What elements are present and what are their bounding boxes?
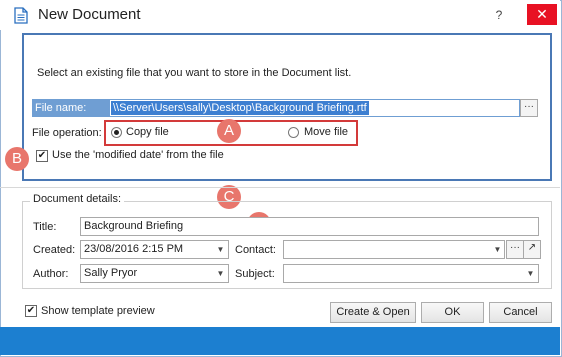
title-bar: New Document ? ✕ (0, 0, 560, 30)
close-button[interactable]: ✕ (527, 4, 557, 25)
document-icon (14, 7, 28, 24)
subject-label: Subject: (235, 268, 275, 280)
modified-date-checkbox[interactable]: ✔ (36, 150, 48, 162)
annotation-marker-a: A (217, 119, 241, 143)
instruction-text: Select an existing file that you want to… (37, 67, 352, 79)
section-divider (0, 187, 560, 188)
created-dropdown-icon[interactable]: ▼ (214, 241, 227, 258)
contact-input[interactable] (283, 240, 505, 259)
show-preview-checkbox[interactable]: ✔ (25, 305, 37, 317)
cancel-button[interactable]: Cancel (489, 302, 552, 323)
file-name-input[interactable]: \\Server\Users\sally\Desktop\Background … (109, 99, 520, 117)
title-input[interactable]: Background Briefing (80, 217, 539, 236)
move-file-radio[interactable] (288, 127, 299, 138)
create-open-button[interactable]: Create & Open (330, 302, 416, 323)
ok-button[interactable]: OK (421, 302, 484, 323)
created-value: 23/08/2016 2:15 PM (84, 243, 184, 255)
browse-button[interactable]: ··· (520, 99, 538, 117)
document-details-title: Document details: (30, 193, 125, 205)
subject-input[interactable] (283, 264, 539, 283)
file-name-value: \\Server\Users\sally\Desktop\Background … (111, 101, 369, 115)
title-label: Title: (33, 221, 57, 233)
file-name-label: File name: (32, 99, 109, 117)
author-input[interactable]: Sally Pryor (80, 264, 229, 283)
contact-dropdown-icon[interactable]: ▼ (491, 241, 504, 258)
contact-browse-button[interactable]: ··· (506, 240, 524, 259)
copy-file-label[interactable]: Copy file (126, 126, 169, 138)
help-button[interactable]: ? (492, 8, 506, 22)
copy-file-radio[interactable] (111, 127, 122, 138)
annotation-marker-b: B (5, 147, 29, 171)
contact-label: Contact: (235, 244, 276, 256)
show-preview-label[interactable]: Show template preview (41, 305, 155, 317)
author-label: Author: (33, 268, 69, 280)
subject-dropdown-icon[interactable]: ▼ (524, 265, 537, 282)
window-title: New Document (38, 6, 141, 23)
created-input[interactable]: 23/08/2016 2:15 PM (80, 240, 229, 259)
created-label: Created: (33, 244, 76, 256)
move-file-label[interactable]: Move file (304, 126, 348, 138)
status-bar (0, 327, 560, 355)
modified-date-label[interactable]: Use the 'modified date' from the file (52, 149, 224, 161)
contact-open-icon[interactable]: ↗ (523, 240, 541, 259)
author-value: Sally Pryor (84, 267, 138, 279)
author-dropdown-icon[interactable]: ▼ (214, 265, 227, 282)
file-operation-label: File operation: (32, 127, 102, 139)
